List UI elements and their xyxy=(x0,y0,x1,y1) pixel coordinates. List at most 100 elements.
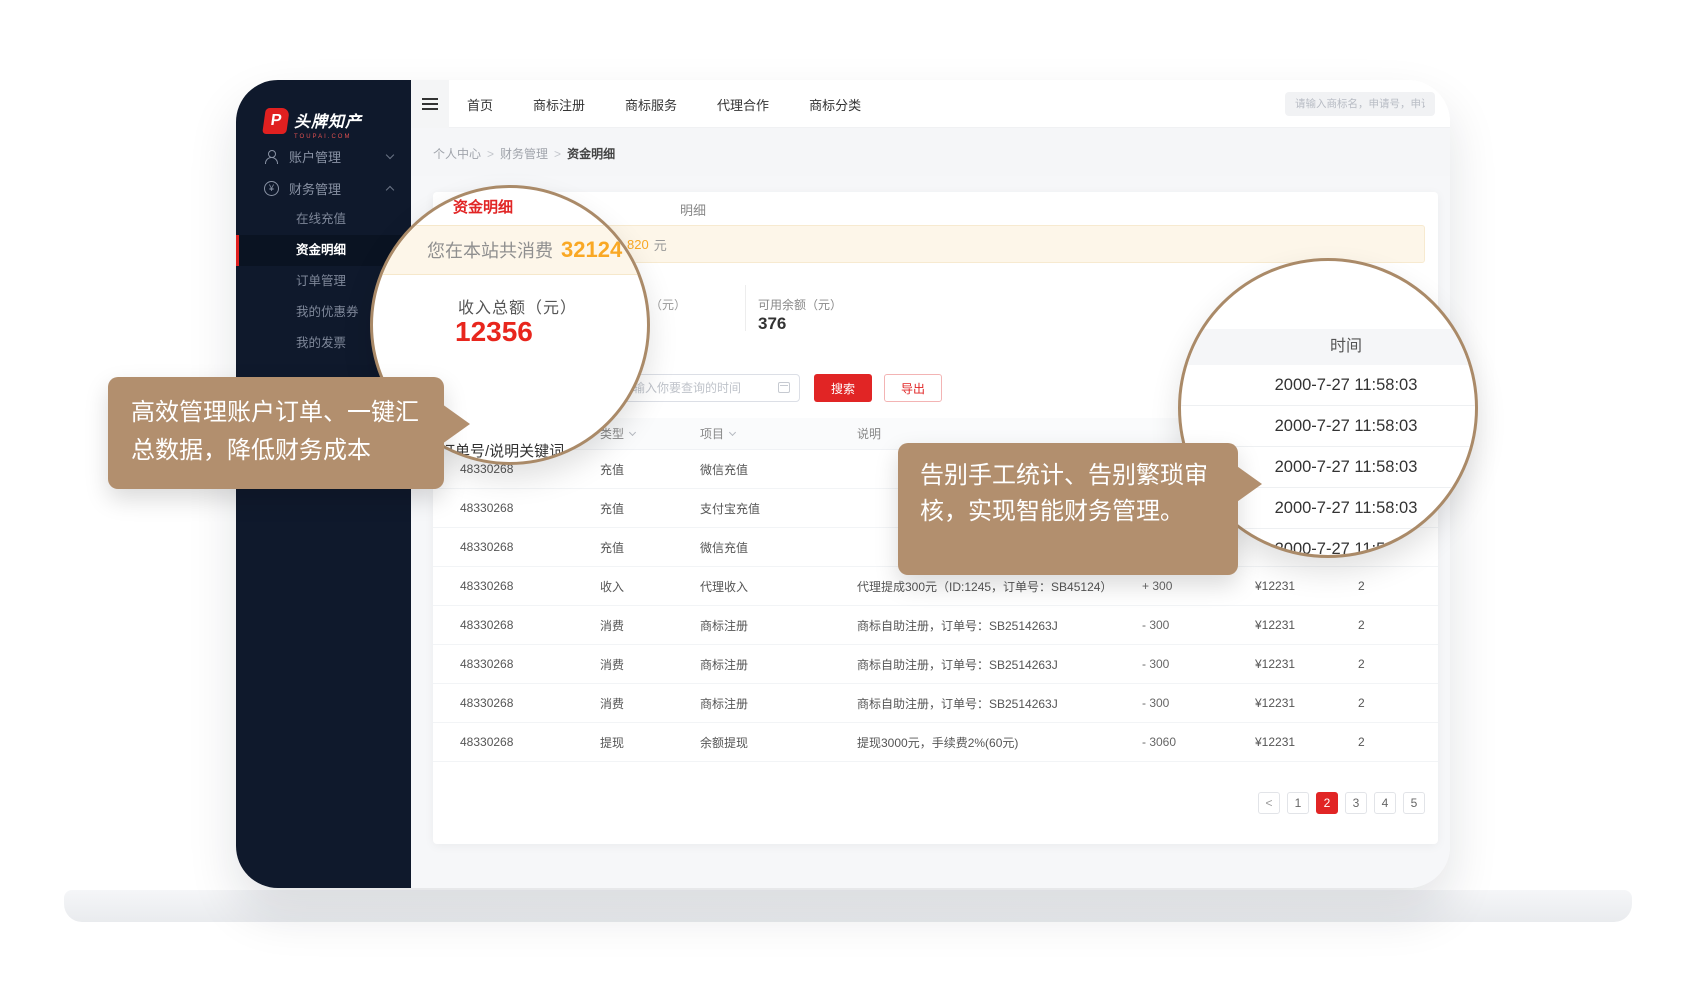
time-column-header: 时间 xyxy=(1181,329,1478,365)
chevron-down-icon xyxy=(386,150,394,158)
time-cell: 2000-7-27 11:58:03 xyxy=(1181,406,1478,447)
cell-project: 支付宝充值 xyxy=(700,489,850,527)
cell-type: 充值 xyxy=(600,528,695,566)
cell-time: 2 xyxy=(1358,567,1418,605)
callout-left: 高效管理账户订单、一键汇总数据，降低财务成本 xyxy=(108,377,444,489)
hamburger-icon xyxy=(422,98,438,110)
column-header: 项目 xyxy=(700,418,850,449)
pagination: <12345 xyxy=(433,792,1425,814)
cell-order: 48330268 xyxy=(460,723,595,761)
top-nav: 首页 商标注册 商标服务 代理合作 商标分类 xyxy=(411,80,1450,128)
table-row: 48330268消费商标注册商标自助注册，订单号：SB2514263J- 300… xyxy=(433,684,1438,723)
cell-project: 商标注册 xyxy=(700,645,850,683)
nav-tabs: 首页 商标注册 商标服务 代理合作 商标分类 xyxy=(467,80,861,128)
banner-amount: 32124 xyxy=(561,237,622,263)
cell-project: 商标注册 xyxy=(700,606,850,644)
search-button[interactable]: 搜索 xyxy=(814,374,872,402)
sidebar-item-account[interactable]: 账户管理 xyxy=(236,140,411,172)
pagination-page[interactable]: 5 xyxy=(1403,792,1425,814)
pagination-page[interactable]: 2 xyxy=(1316,792,1338,814)
cell-amount: - 300 xyxy=(1142,645,1217,683)
balance-label: 可用余额（元） xyxy=(758,296,842,313)
cell-amount: - 3060 xyxy=(1142,723,1217,761)
breadcrumb-item[interactable]: 资金明细 xyxy=(567,147,615,161)
cell-order: 48330268 xyxy=(460,567,595,605)
time-cell: 2000-7-27 11:58:03 xyxy=(1181,365,1478,406)
cell-project: 余额提现 xyxy=(700,723,850,761)
balance-value: 376 xyxy=(758,314,786,334)
cell-desc: 提现3000元，手续费2%(60元) xyxy=(857,723,1142,761)
cell-balance: ¥12231 xyxy=(1255,645,1340,683)
nav-tab[interactable]: 首页 xyxy=(467,95,493,114)
laptop-base xyxy=(64,890,1632,922)
cell-balance: ¥12231 xyxy=(1255,606,1340,644)
menu-toggle[interactable] xyxy=(411,80,449,128)
brand-logo-icon: P xyxy=(262,108,290,134)
tab-secondary-partial[interactable]: 明细 xyxy=(680,200,706,219)
cell-order: 48330268 xyxy=(460,606,595,644)
cell-type: 消费 xyxy=(600,684,695,722)
magnified-banner: 您在本站共消费 32124 xyxy=(373,225,650,275)
cell-project: 商标注册 xyxy=(700,684,850,722)
sort-chevron-icon[interactable] xyxy=(729,428,736,435)
nav-tab[interactable]: 商标服务 xyxy=(625,95,677,114)
finance-icon xyxy=(264,181,279,196)
export-button[interactable]: 导出 xyxy=(884,374,942,402)
cell-project: 微信充值 xyxy=(700,450,850,488)
nav-tab[interactable]: 商标分类 xyxy=(809,95,861,114)
income-label: 收入总额（元） xyxy=(458,294,577,318)
table-row: 48330268提现余额提现提现3000元，手续费2%(60元)- 3060 ¥1… xyxy=(433,723,1438,762)
cell-type: 充值 xyxy=(600,450,695,488)
cell-balance: ¥12231 xyxy=(1255,684,1340,722)
cell-time: 2 xyxy=(1358,645,1418,683)
cell-order: 48330268 xyxy=(460,528,595,566)
nav-tab[interactable]: 代理合作 xyxy=(717,95,769,114)
pagination-prev[interactable]: < xyxy=(1258,792,1280,814)
cell-type: 提现 xyxy=(600,723,695,761)
cell-type: 消费 xyxy=(600,606,695,644)
cell-time: 2 xyxy=(1358,723,1418,761)
cell-amount: - 300 xyxy=(1142,606,1217,644)
table-row: 48330268消费商标注册商标自助注册，订单号：SB2514263J- 300… xyxy=(433,645,1438,684)
breadcrumb-item[interactable]: 个人中心 xyxy=(433,147,481,161)
stats-divider xyxy=(745,285,746,331)
cell-balance: ¥12231 xyxy=(1255,723,1340,761)
cell-type: 消费 xyxy=(600,645,695,683)
brand-logo[interactable]: P 头牌知产 TOUPAI.COM xyxy=(264,108,362,140)
sort-chevron-icon[interactable] xyxy=(629,428,636,435)
breadcrumb-separator: > xyxy=(487,147,494,161)
callout-right: 告别手工统计、告别繁琐审核，实现智能财务管理。 xyxy=(898,443,1238,575)
sidebar-item-finance[interactable]: 财务管理 xyxy=(236,172,411,204)
breadcrumb-bar: 个人中心 > 财务管理 > 资金明细 xyxy=(411,128,1450,176)
banner-prefix: 您在本站共消费 xyxy=(427,237,553,263)
pagination-page[interactable]: 4 xyxy=(1374,792,1396,814)
pagination-page[interactable]: 1 xyxy=(1287,792,1309,814)
pagination-page[interactable]: 3 xyxy=(1345,792,1367,814)
cell-order: 48330268 xyxy=(460,684,595,722)
sidebar-item-label: 财务管理 xyxy=(289,179,341,198)
cell-type: 收入 xyxy=(600,567,695,605)
column-header: 类型 xyxy=(600,418,695,449)
cell-project: 代理收入 xyxy=(700,567,850,605)
brand-name: 头牌知产 xyxy=(294,108,362,132)
cell-desc: 商标自助注册，订单号：SB2514263J xyxy=(857,684,1142,722)
cell-time: 2 xyxy=(1358,684,1418,722)
breadcrumb-item[interactable]: 财务管理 xyxy=(500,147,548,161)
cell-amount: - 300 xyxy=(1142,684,1217,722)
expense-label-partial: （元） xyxy=(650,296,686,313)
banner-unit: 元 xyxy=(654,235,667,254)
cell-desc: 商标自助注册，订单号：SB2514263J xyxy=(857,606,1142,644)
cell-desc: 商标自助注册，订单号：SB2514263J xyxy=(857,645,1142,683)
cell-balance: ¥12231 xyxy=(1255,567,1340,605)
search-input[interactable] xyxy=(1285,92,1435,116)
cell-order: 48330268 xyxy=(460,645,595,683)
nav-tab[interactable]: 商标注册 xyxy=(533,95,585,114)
cell-type: 充值 xyxy=(600,489,695,527)
breadcrumb-separator: > xyxy=(554,147,561,161)
cell-project: 微信充值 xyxy=(700,528,850,566)
sidebar-item-label: 账户管理 xyxy=(289,147,341,166)
page: P 头牌知产 TOUPAI.COM 账户管理 财务管理 在线充值资金明细订单管理… xyxy=(0,0,1696,1002)
cell-time: 2 xyxy=(1358,606,1418,644)
table-row: 48330268消费商标注册商标自助注册，订单号：SB2514263J- 300… xyxy=(433,606,1438,645)
calendar-icon[interactable] xyxy=(778,382,790,393)
